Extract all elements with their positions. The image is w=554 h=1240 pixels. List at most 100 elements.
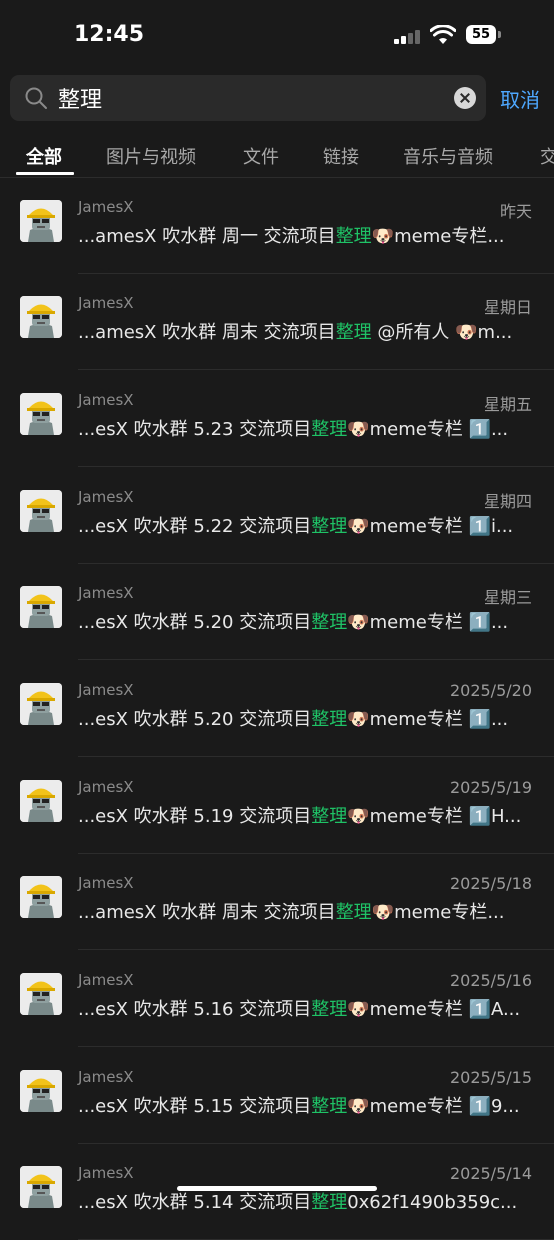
message-snippet: ...esX 吹水群 5.15 交流项目整理🐶meme专栏 1️⃣9...	[78, 1092, 530, 1118]
snippet-highlight: 整理	[311, 516, 348, 537]
home-indicator	[177, 1186, 377, 1191]
avatar	[20, 1070, 62, 1112]
message-snippet: ...esX 吹水群 5.14 交流项目整理0x62f1490b359c...	[78, 1188, 530, 1214]
message-date: 2025/5/19	[449, 778, 532, 797]
snippet-text: ...esX 吹水群 5.16 交流项目	[78, 999, 312, 1020]
avatar	[20, 296, 62, 338]
result-item[interactable]: JamesX 2025/5/20 ...esX 吹水群 5.20 交流项目整理🐶…	[0, 661, 554, 757]
message-snippet: ...esX 吹水群 5.22 交流项目整理🐶meme专栏 1️⃣i...	[78, 512, 530, 538]
snippet-text: 🐶meme专栏 1️⃣9...	[347, 1096, 520, 1117]
tab-images-videos[interactable]: 图片与视频	[106, 143, 196, 169]
battery-level: 55	[471, 27, 491, 42]
search-icon	[25, 87, 47, 109]
clear-icon[interactable]	[454, 87, 476, 109]
result-item[interactable]: JamesX 星期三 ...esX 吹水群 5.20 交流项目整理🐶meme专栏…	[0, 564, 554, 660]
tab-underline	[16, 172, 74, 175]
snippet-text: 0x62f1490b359c...	[347, 1192, 518, 1213]
status-bar: 12:45 55	[0, 0, 554, 72]
filter-tabs: 全部 图片与视频 文件 链接 音乐与音频 交	[0, 135, 554, 177]
tab-music-audio[interactable]: 音乐与音频	[403, 143, 493, 169]
result-item[interactable]: JamesX 星期四 ...esX 吹水群 5.22 交流项目整理🐶meme专栏…	[0, 468, 554, 564]
snippet-text: ...esX 吹水群 5.20 交流项目	[78, 709, 312, 730]
avatar	[20, 586, 62, 628]
message-snippet: ...amesX 吹水群 周末 交流项目整理 @所有人 🐶m...	[78, 318, 530, 344]
message-date: 2025/5/16	[449, 971, 532, 990]
search-box[interactable]	[10, 75, 486, 121]
message-date: 2025/5/15	[449, 1068, 532, 1087]
cancel-button[interactable]: 取消	[500, 84, 540, 113]
tab-all[interactable]: 全部	[26, 143, 62, 169]
snippet-text: 🐶meme专栏...	[371, 226, 505, 247]
tab-more[interactable]: 交	[540, 143, 554, 169]
sender-name: JamesX	[78, 294, 134, 312]
result-item[interactable]: JamesX 2025/5/16 ...esX 吹水群 5.16 交流项目整理🐶…	[0, 951, 554, 1047]
message-snippet: ...esX 吹水群 5.20 交流项目整理🐶meme专栏 1️⃣...	[78, 608, 530, 634]
snippet-highlight: 整理	[335, 226, 372, 247]
snippet-highlight: 整理	[335, 322, 372, 343]
search-input[interactable]	[58, 81, 448, 115]
message-date: 星期四	[483, 492, 532, 511]
message-snippet: ...esX 吹水群 5.23 交流项目整理🐶meme专栏 1️⃣...	[78, 415, 530, 441]
snippet-highlight: 整理	[311, 1096, 348, 1117]
snippet-text: 🐶meme专栏 1️⃣H...	[347, 806, 522, 827]
tab-files[interactable]: 文件	[243, 143, 279, 169]
snippet-text: ...esX 吹水群 5.14 交流项目	[78, 1192, 312, 1213]
message-snippet: ...esX 吹水群 5.16 交流项目整理🐶meme专栏 1️⃣A...	[78, 995, 530, 1021]
result-item[interactable]: JamesX 2025/5/15 ...esX 吹水群 5.15 交流项目整理🐶…	[0, 1048, 554, 1144]
snippet-text: ...amesX 吹水群 周一 交流项目	[78, 226, 336, 247]
sender-name: JamesX	[78, 391, 134, 409]
snippet-highlight: 整理	[335, 902, 372, 923]
snippet-text: ...esX 吹水群 5.23 交流项目	[78, 419, 312, 440]
sender-name: JamesX	[78, 584, 134, 602]
avatar	[20, 876, 62, 918]
avatar	[20, 490, 62, 532]
avatar	[20, 393, 62, 435]
snippet-text: 🐶meme专栏 1️⃣...	[347, 419, 509, 440]
sender-name: JamesX	[78, 681, 134, 699]
result-item[interactable]: JamesX 星期五 ...esX 吹水群 5.23 交流项目整理🐶meme专栏…	[0, 371, 554, 467]
snippet-highlight: 整理	[311, 806, 348, 827]
sender-name: JamesX	[78, 874, 134, 892]
sender-name: JamesX	[78, 778, 134, 796]
avatar	[20, 683, 62, 725]
message-date: 2025/5/20	[449, 681, 532, 700]
snippet-text: ...amesX 吹水群 周末 交流项目	[78, 322, 336, 343]
message-snippet: ...esX 吹水群 5.20 交流项目整理🐶meme专栏 1️⃣...	[78, 705, 530, 731]
avatar	[20, 200, 62, 242]
avatar	[20, 780, 62, 822]
result-item[interactable]: JamesX 2025/5/18 ...amesX 吹水群 周末 交流项目整理🐶…	[0, 854, 554, 950]
snippet-text: 🐶meme专栏 1️⃣...	[347, 709, 509, 730]
message-date: 星期五	[483, 395, 532, 414]
result-item[interactable]: JamesX 2025/5/14 ...esX 吹水群 5.14 交流项目整理0…	[0, 1144, 554, 1240]
message-date: 2025/5/18	[449, 874, 532, 893]
message-date: 昨天	[499, 202, 532, 221]
snippet-highlight: 整理	[311, 999, 348, 1020]
result-item[interactable]: JamesX 昨天 ...amesX 吹水群 周一 交流项目整理🐶meme专栏.…	[0, 178, 554, 274]
snippet-text: @所有人 🐶m...	[371, 322, 513, 343]
sender-name: JamesX	[78, 1164, 134, 1182]
battery-icon: 55	[466, 25, 502, 46]
result-item[interactable]: JamesX 2025/5/19 ...esX 吹水群 5.19 交流项目整理🐶…	[0, 758, 554, 854]
sender-name: JamesX	[78, 1068, 134, 1086]
sender-name: JamesX	[78, 488, 134, 506]
snippet-text: 🐶meme专栏 1️⃣A...	[347, 999, 521, 1020]
snippet-text: 🐶meme专栏...	[371, 902, 505, 923]
message-date: 星期三	[483, 588, 532, 607]
message-date: 2025/5/14	[449, 1164, 532, 1183]
snippet-highlight: 整理	[311, 709, 348, 730]
avatar	[20, 973, 62, 1015]
avatar	[20, 1166, 62, 1208]
tab-links[interactable]: 链接	[323, 143, 359, 169]
snippet-text: 🐶meme专栏 1️⃣...	[347, 612, 509, 633]
snippet-text: 🐶meme专栏 1️⃣i...	[347, 516, 514, 537]
sender-name: JamesX	[78, 971, 134, 989]
result-item[interactable]: JamesX 星期日 ...amesX 吹水群 周末 交流项目整理 @所有人 🐶…	[0, 274, 554, 370]
snippet-text: ...amesX 吹水群 周末 交流项目	[78, 902, 336, 923]
message-snippet: ...amesX 吹水群 周末 交流项目整理🐶meme专栏...	[78, 898, 530, 924]
snippet-text: ...esX 吹水群 5.20 交流项目	[78, 612, 312, 633]
status-time: 12:45	[74, 22, 145, 47]
wifi-icon	[430, 25, 456, 44]
sender-name: JamesX	[78, 198, 134, 216]
signal-icon	[394, 28, 420, 44]
message-snippet: ...amesX 吹水群 周一 交流项目整理🐶meme专栏...	[78, 222, 530, 248]
